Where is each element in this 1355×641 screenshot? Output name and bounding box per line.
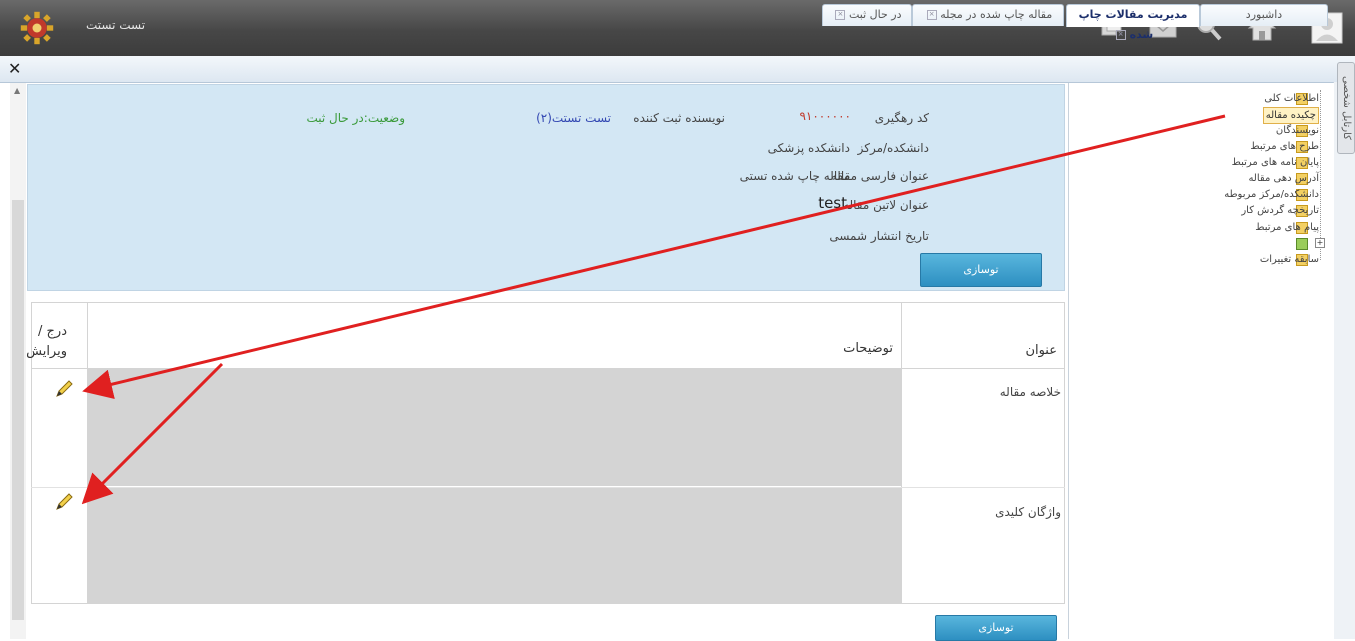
tab-close-icon[interactable]: × (835, 10, 846, 20)
scrollbar-thumb[interactable] (12, 200, 24, 620)
tab-article-in-journal[interactable]: مقاله چاپ شده در مجله × (912, 4, 1064, 26)
tree-item-article-addressing[interactable]: آدرس دهی مقاله (1248, 171, 1319, 186)
tree-item-related-theses[interactable]: پایان نامه های مرتبط (1232, 155, 1319, 170)
side-tab-personal[interactable]: کارتابل شخصی (1337, 62, 1355, 154)
tracking-code-label: کد رهگیری (874, 111, 929, 125)
tree-item-abstract[interactable]: چکیده مقاله (1262, 107, 1319, 124)
tracking-code-value: ۹۱۰۰۰۰۰۰ (799, 109, 851, 123)
header-description: توضیحات (843, 341, 893, 356)
side-strip (1333, 82, 1355, 639)
tree-connector (1320, 90, 1322, 260)
tree-item-related-messages[interactable]: پیام های مرتبط (1255, 220, 1319, 235)
persian-title-value: مقاله چاپ شده تستی (739, 169, 850, 183)
tree-expand-icon[interactable]: + (1315, 238, 1325, 248)
tabs-bar: ✕ (0, 56, 1355, 83)
edit-pencil-icon[interactable] (53, 378, 75, 400)
description-cell (87, 369, 901, 486)
tree-item-workflow-history[interactable]: تاریخچه گردش کار (1241, 203, 1319, 218)
save-button[interactable]: توسازی (920, 253, 1042, 287)
tree-item-general-info[interactable]: اطلاعات کلی (1264, 91, 1319, 106)
tree-item-faculty[interactable]: دانشکده/مرکز مربوطه (1224, 187, 1319, 202)
status-value: وضعیت:در حال ثبت (306, 111, 405, 125)
tree-item-related-projects[interactable]: طرح های مرتبط (1250, 139, 1319, 154)
publish-date-label: تاریخ انتشار شمسی (829, 229, 929, 243)
description-cell (87, 488, 901, 604)
close-icon[interactable]: ✕ (8, 59, 21, 78)
tree-item-authors[interactable]: نویسندگان (1276, 123, 1319, 138)
tab-close-icon[interactable]: × (926, 10, 937, 20)
scroll-up-icon[interactable]: ▲ (14, 86, 20, 95)
header-edit: درج / ویرایش (26, 324, 67, 359)
gear-logo-icon (18, 10, 56, 46)
latin-title-value: test (818, 194, 847, 212)
grid-col-divider (901, 302, 902, 604)
faculty-value: دانشکده پزشکی (767, 141, 850, 155)
tab-close-icon[interactable]: × (1115, 30, 1126, 40)
faculty-label: دانشکده/مرکز (857, 141, 929, 155)
tab-published-articles-management[interactable]: مدیریت مقالات چاپ شده × (1066, 4, 1200, 41)
app-title: تست تستت (86, 18, 146, 32)
tab-in-registration[interactable]: در حال ثبت × (822, 4, 912, 26)
row-title-keywords: واژگان کلیدی (995, 505, 1061, 519)
header-title: عنوان (1025, 343, 1057, 358)
tree-item-change-history[interactable]: سابقه تغییرات (1260, 252, 1319, 267)
latin-title-label: عنوان لاتین مقاله (843, 198, 929, 212)
tab-dashboard[interactable]: داشبورد (1200, 4, 1328, 26)
author-label: نویسنده ثبت کننده (633, 111, 725, 125)
save-button-bottom[interactable]: توسازی (935, 615, 1057, 641)
edit-pencil-icon[interactable] (53, 491, 75, 513)
folder-open-icon (1296, 238, 1308, 250)
author-value[interactable]: تست تستت(۲) (536, 111, 611, 125)
row-title-abstract: خلاصه مقاله (999, 385, 1061, 399)
